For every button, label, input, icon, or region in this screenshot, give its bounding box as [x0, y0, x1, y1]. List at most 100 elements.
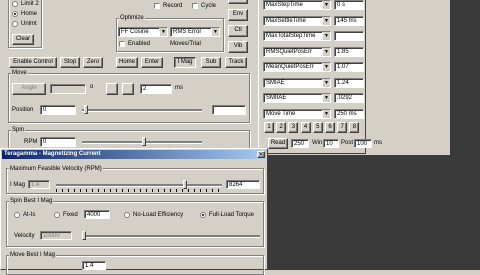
chevron-down-icon[interactable]: ▼ — [322, 32, 330, 40]
enable-control-button[interactable]: Enable Control — [9, 57, 57, 68]
position-field[interactable]: 0 — [40, 105, 76, 115]
number-button-6[interactable]: 6 — [325, 122, 335, 133]
number-button-5[interactable]: 5 — [312, 122, 323, 133]
number-button-1[interactable]: 1 — [264, 122, 274, 133]
optimize-enabled-checkbox[interactable] — [119, 41, 125, 47]
number-button-8[interactable]: 8 — [349, 122, 360, 133]
number-button-2[interactable]: 2 — [276, 122, 287, 133]
record-checkbox[interactable] — [154, 3, 160, 9]
velocity-slider-thumb[interactable] — [82, 231, 86, 240]
metric-combo[interactable]: MeanQuietPosErr ▼ — [263, 62, 331, 72]
vib-button[interactable]: Vib — [228, 41, 248, 53]
record-label: Record — [163, 3, 183, 9]
metric-combo[interactable]: Move Time ▼ — [263, 108, 331, 119]
imag-button[interactable]: I Mag — [174, 57, 196, 68]
position-slider-track — [82, 109, 202, 112]
number-button-4[interactable]: 4 — [300, 122, 311, 133]
metric-name: MaxSettleTime — [266, 17, 306, 24]
dialog-title: Teragamma - Magnetizing Current — [2, 150, 266, 159]
step-button-2[interactable] — [122, 83, 134, 95]
metric-combo[interactable]: RMSQuietPosErr ▼ — [263, 46, 331, 57]
stop-button[interactable]: Stop — [60, 57, 80, 68]
angle-field[interactable] — [50, 84, 86, 94]
chevron-down-icon[interactable]: ▼ — [159, 28, 167, 36]
optimize-method-combo[interactable]: FF Cosine ▼ — [118, 27, 168, 37]
zero-button[interactable]: Zero — [83, 57, 103, 68]
imag-slider-ticks — [56, 189, 222, 192]
move-best-field[interactable]: 1.4 — [82, 261, 106, 270]
velocity-label: Velocity — [14, 233, 35, 239]
step-field[interactable]: 2 — [140, 84, 172, 94]
rpm-result-field[interactable]: 8264 — [226, 180, 260, 189]
enter-button[interactable]: Enter — [141, 57, 163, 68]
limit2-radio[interactable] — [12, 1, 18, 7]
rpm-slider-thumb[interactable] — [142, 137, 146, 146]
metric-name: RMSQuietPosErr — [266, 48, 313, 55]
atis-radio[interactable] — [14, 212, 20, 218]
win-label: Win — [312, 140, 323, 146]
fixed-radio[interactable] — [54, 212, 60, 218]
unlimited-label: Unlmt — [21, 21, 37, 27]
position-label: Position — [12, 107, 34, 113]
metric-combo[interactable]: MaxStepTime ▼ — [263, 0, 331, 10]
metric-value: 1.85 — [334, 46, 364, 57]
chevron-down-icon[interactable]: ▼ — [322, 16, 330, 25]
ctl-button[interactable]: Ctl — [228, 25, 248, 37]
step-button-1[interactable] — [106, 83, 118, 95]
post-field[interactable]: 100 — [354, 139, 372, 148]
metric-name: MaxStepTime — [266, 2, 303, 8]
imag-slider-track — [56, 184, 222, 187]
angle-button[interactable]: Angle — [12, 83, 46, 95]
angle-label: Angle — [21, 85, 37, 91]
background-right — [450, 0, 480, 270]
metric-combo[interactable]: SMIAE ▼ — [263, 77, 331, 88]
fullload-radio[interactable] — [200, 212, 206, 218]
chevron-down-icon[interactable]: ▼ — [322, 1, 330, 9]
read-field[interactable]: 250 — [291, 139, 309, 148]
chevron-down-icon[interactable]: ▼ — [322, 63, 330, 71]
rpm-field[interactable]: 0 — [40, 137, 76, 147]
imag-slider-thumb[interactable] — [183, 180, 188, 189]
metric-value — [334, 31, 364, 41]
optimize-method-value: FF Cosine — [121, 29, 149, 35]
number-button-3[interactable]: 3 — [288, 122, 299, 133]
top-side-button[interactable] — [228, 0, 248, 4]
chevron-down-icon[interactable]: ▼ — [322, 94, 330, 102]
chevron-down-icon[interactable]: ▼ — [322, 78, 330, 87]
imag-field[interactable]: 1.4 — [28, 180, 50, 189]
metric-combo[interactable]: MaxSettleTime ▼ — [263, 15, 331, 26]
metric-combo[interactable]: MaxTotalStepTime ▼ — [263, 31, 331, 41]
chevron-down-icon[interactable]: ▼ — [322, 47, 330, 56]
noload-radio[interactable] — [124, 212, 130, 218]
env-button[interactable]: Env — [228, 9, 248, 21]
angle-unit: o — [90, 84, 94, 90]
noload-label: No-Load Efficiency — [133, 212, 184, 218]
move-best-title: Move Best I Mag — [9, 252, 57, 259]
home-radio-label: Home — [21, 11, 38, 17]
chevron-down-icon[interactable]: ▼ — [322, 109, 330, 118]
imag-label: I Mag — [10, 182, 26, 188]
metric-name: Move Time — [266, 110, 296, 117]
velocity-field[interactable]: 10000 — [40, 231, 72, 240]
metric-name: MaxTotalStepTime — [266, 33, 316, 39]
clear-button[interactable]: Clear — [12, 34, 34, 45]
sub-button[interactable]: Sub — [201, 57, 221, 68]
cycle-checkbox[interactable] — [192, 3, 198, 9]
home-radio[interactable] — [12, 11, 18, 17]
chevron-down-icon[interactable]: ▼ — [211, 28, 219, 36]
position-end-field[interactable] — [212, 105, 246, 115]
post-label: Post — [341, 140, 354, 146]
position-slider-thumb[interactable] — [84, 105, 88, 114]
unlimited-radio[interactable] — [12, 21, 18, 27]
move-title: Move — [11, 70, 28, 77]
win-field[interactable]: 10 — [323, 139, 339, 148]
home-button[interactable]: Home — [116, 57, 138, 68]
metric-value: 1.24 — [334, 77, 364, 88]
number-button-7[interactable]: 7 — [337, 122, 348, 133]
fixed-field[interactable]: 4000 — [84, 210, 110, 219]
optimize-metric-combo[interactable]: RMS Error ▼ — [170, 27, 220, 37]
close-icon[interactable]: ✕ — [257, 151, 265, 158]
track-button[interactable]: Track — [225, 57, 247, 68]
metric-combo[interactable]: SMIIAE ▼ — [263, 93, 331, 103]
read-button[interactable]: Read — [268, 138, 288, 149]
